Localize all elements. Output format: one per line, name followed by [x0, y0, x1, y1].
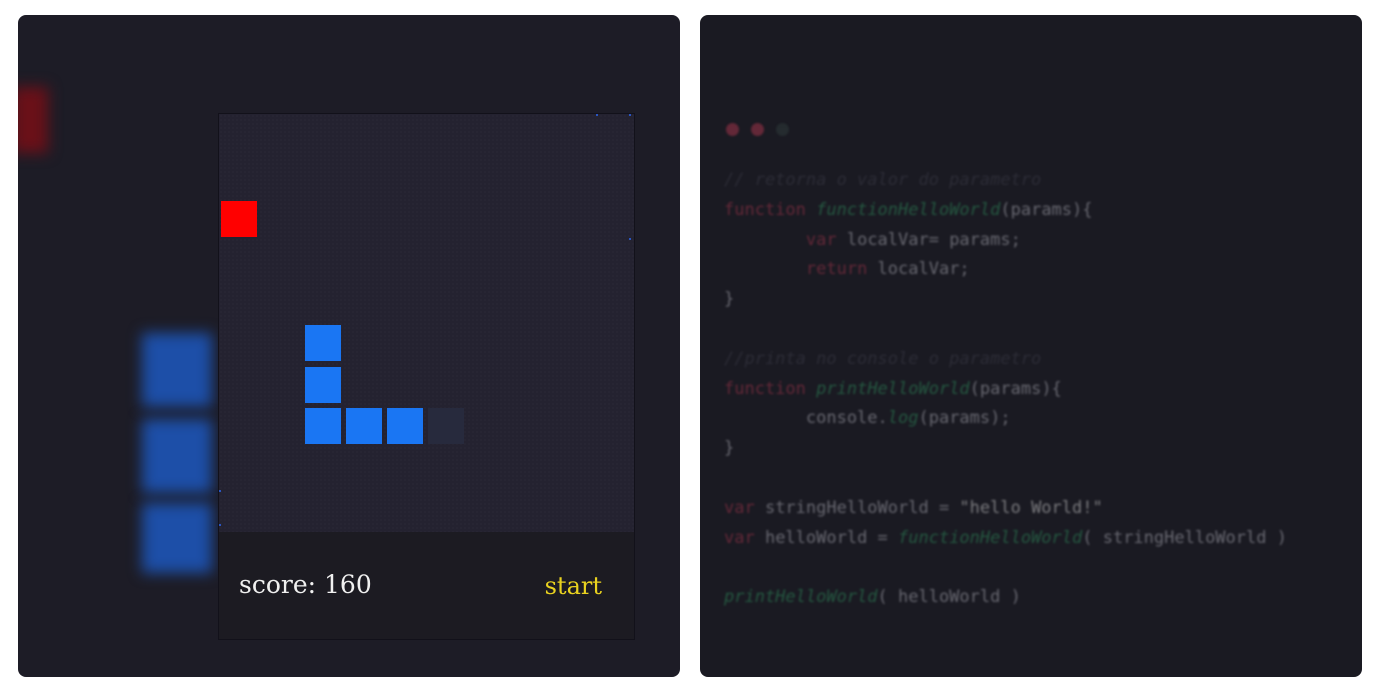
code-line: printHelloWorld( helloWorld ) [724, 587, 1021, 608]
food-block [221, 201, 257, 237]
code-line: // retorna o valor do parametro [724, 170, 1042, 190]
edge-marker [629, 238, 631, 240]
code-line: } [724, 289, 735, 310]
background-blur-snake-segment [142, 419, 212, 493]
snake-segment [305, 325, 341, 361]
snake-trail [428, 408, 464, 444]
edge-marker [219, 490, 221, 492]
code-line: function functionHelloWorld(params){ [724, 199, 1093, 220]
code-lines: // retorna o valor do parametro function… [724, 166, 1354, 613]
edge-marker [219, 524, 221, 526]
code-line: console.log(params); [724, 408, 1011, 429]
minimize-dot-icon [751, 123, 764, 136]
background-blur-food [18, 87, 48, 153]
start-button[interactable]: start [545, 572, 602, 600]
snake-segment [305, 367, 341, 403]
window-controls [726, 123, 1354, 136]
game-window: score: 160 start [218, 113, 635, 640]
code-line: function printHelloWorld(params){ [724, 378, 1062, 399]
snake-segment [346, 408, 382, 444]
code-line: return localVar; [805, 259, 970, 280]
code-panel: // retorna o valor do parametro function… [700, 15, 1362, 677]
code-line: var stringHelloWorld = "hello World!" [724, 497, 1103, 518]
edge-marker [629, 114, 631, 116]
code-line: } [724, 438, 735, 459]
score-label: score: [239, 570, 317, 599]
code-editor: // retorna o valor do parametro function… [724, 123, 1354, 613]
code-line: var localVar= params; [805, 229, 1021, 250]
snake-segment [387, 408, 423, 444]
snake-segment [305, 408, 341, 444]
background-blur-snake-segment [142, 333, 212, 407]
score-display: score: 160 [239, 570, 372, 599]
code-line: var helloWorld = functionHelloWorld( str… [724, 527, 1287, 548]
score-bar: score: 160 start [219, 532, 634, 639]
background-blur-snake-segment [142, 503, 212, 573]
game-panel: score: 160 start [18, 15, 680, 677]
code-line: //printa no console o parametro [724, 348, 1042, 369]
edge-marker [596, 114, 598, 116]
game-board[interactable] [219, 114, 634, 532]
close-dot-icon [726, 123, 739, 136]
maximize-dot-icon [776, 123, 789, 136]
score-value: 160 [324, 570, 372, 599]
